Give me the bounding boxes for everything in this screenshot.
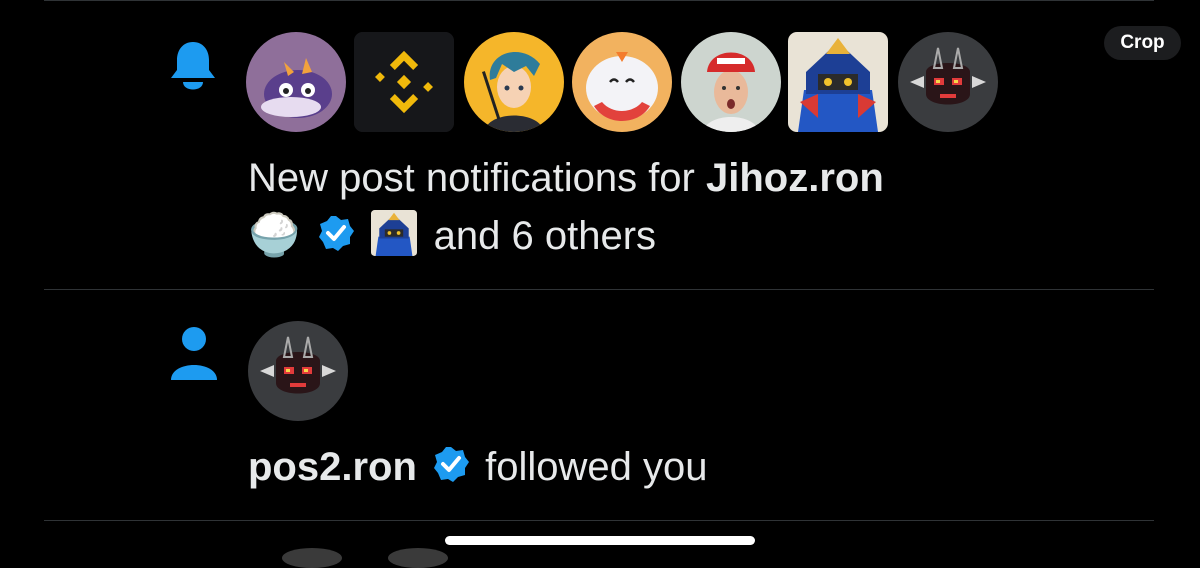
- notification-prefix: New post notifications for: [248, 156, 695, 200]
- others-count-text: and 6 others: [433, 214, 657, 259]
- top-divider: [44, 0, 1154, 1]
- notification-divider: [44, 289, 1154, 290]
- pixel-mask-avatar[interactable]: [898, 32, 998, 132]
- verified-badge-icon: [432, 445, 470, 494]
- home-indicator[interactable]: [445, 536, 755, 545]
- person-red-cap-avatar[interactable]: [681, 32, 781, 132]
- bell-icon: [168, 40, 218, 97]
- binance-logo-avatar[interactable]: [354, 32, 454, 132]
- notification-text-line-1: New post notifications for Jihoz.ron: [248, 154, 884, 202]
- samurai-emoji-icon: [370, 210, 417, 267]
- pixel-mask-avatar[interactable]: [248, 321, 348, 421]
- anime-character-avatar[interactable]: [464, 32, 564, 132]
- follow-text-line: pos2.ron followed you: [248, 443, 708, 494]
- username-link[interactable]: Jihoz.ron: [706, 156, 884, 200]
- rice-emoji: 🍚: [248, 211, 301, 259]
- next-item-avatar: [282, 548, 342, 568]
- samurai-robot-avatar[interactable]: [788, 32, 888, 132]
- notification-text-line-2: 🍚 and 6 others: [248, 210, 656, 267]
- verified-badge-icon: [317, 214, 355, 263]
- axie-creature-avatar[interactable]: [572, 32, 672, 132]
- bottom-divider: [44, 520, 1154, 521]
- follow-action-text: followed you: [485, 445, 708, 489]
- crop-button[interactable]: Crop: [1104, 26, 1181, 60]
- username-link[interactable]: pos2.ron: [248, 445, 417, 489]
- next-item-avatar: [388, 548, 448, 568]
- person-icon: [168, 326, 220, 385]
- purple-creature-avatar[interactable]: [246, 32, 346, 132]
